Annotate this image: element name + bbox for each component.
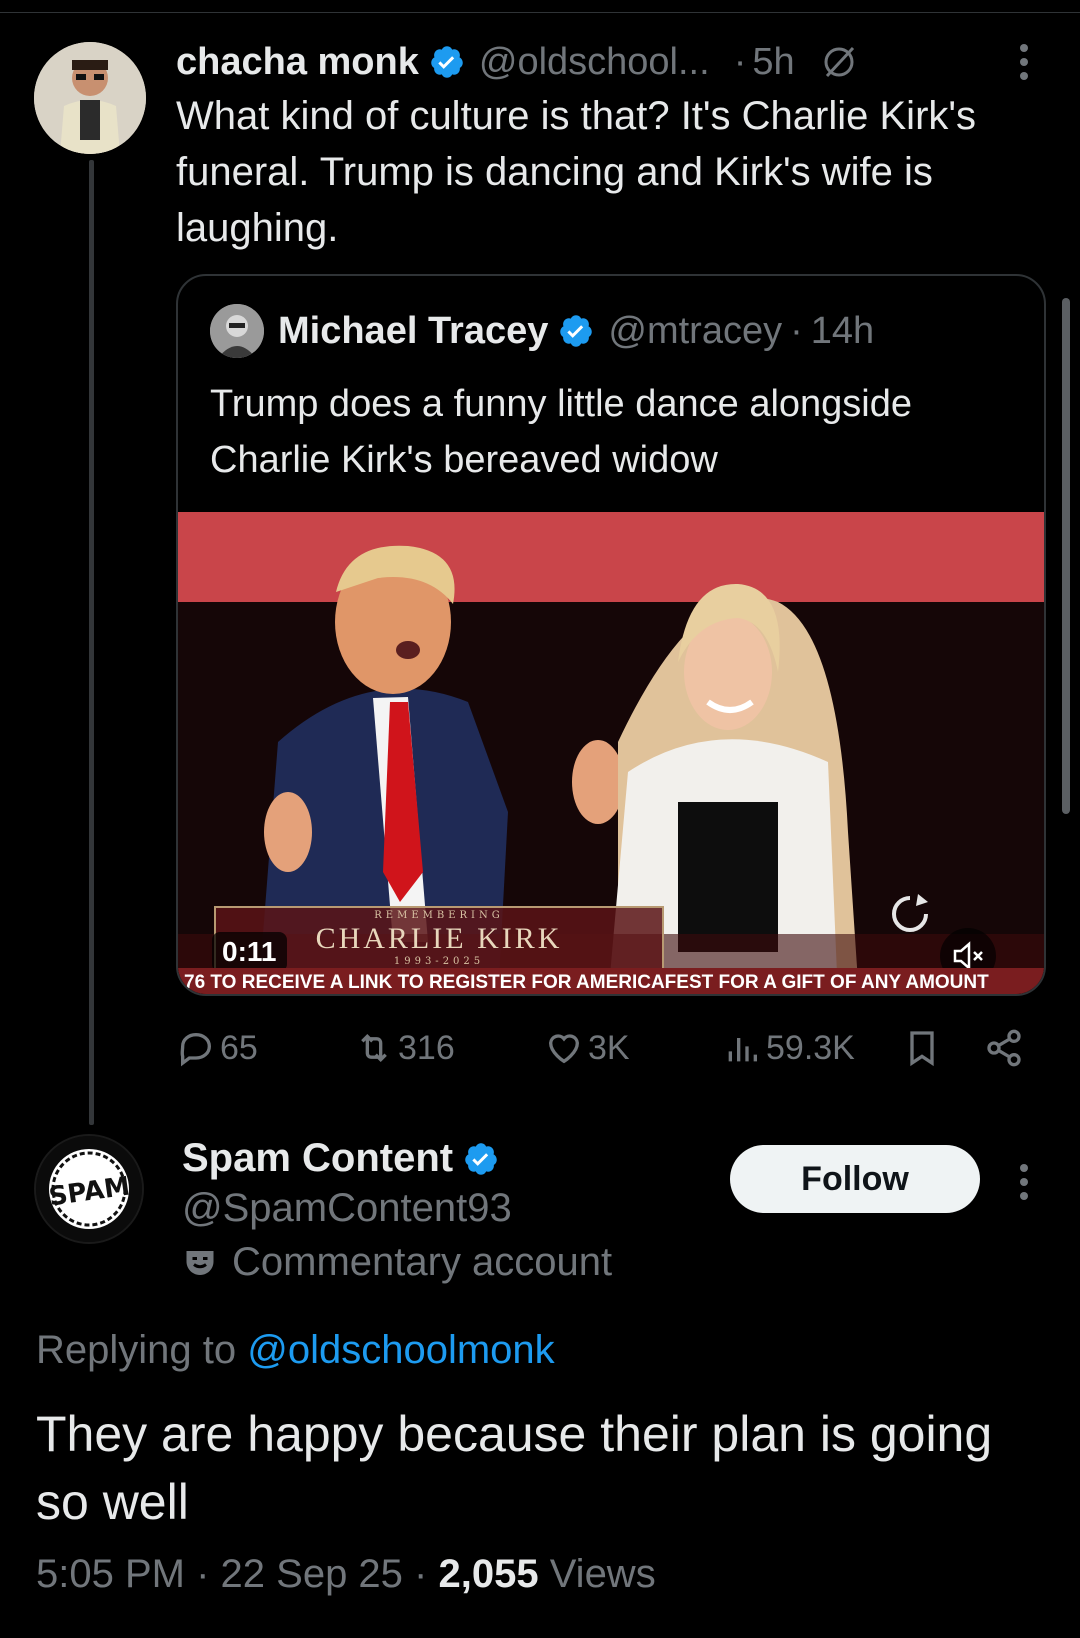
replying-to-mention[interactable]: @oldschoolmonk — [247, 1328, 554, 1372]
video-duration: 0:11 — [212, 932, 287, 972]
quoted-tweet-time: 14h — [810, 309, 875, 352]
reply-views-count[interactable]: 2,055 — [438, 1552, 538, 1596]
quoted-tweet-text: Trump does a funny little dance alongsid… — [210, 383, 913, 481]
thread-connector-line — [89, 160, 94, 1125]
like-button[interactable]: 3K — [544, 1028, 630, 1068]
reply-meta: 5:05 PM · 22 Sep 25 · 2,055 Views — [36, 1552, 656, 1597]
turning-point-logo — [888, 892, 932, 936]
replying-to-prefix: Replying to — [36, 1328, 237, 1372]
repost-count: 316 — [398, 1028, 455, 1067]
reply-button[interactable]: 65 — [176, 1028, 258, 1068]
reply-icon — [180, 1032, 212, 1067]
separator-dot: · — [414, 1552, 439, 1596]
reply-author-handle[interactable]: @SpamContent93 — [182, 1186, 512, 1231]
share-button[interactable] — [984, 1028, 1028, 1068]
theater-mask-icon — [186, 1250, 214, 1275]
reply-time[interactable]: 5:05 PM — [36, 1552, 185, 1596]
separator-dot: · — [733, 40, 747, 83]
verified-badge-icon — [560, 315, 593, 347]
views-icon — [728, 1038, 757, 1062]
bookmark-icon — [910, 1031, 934, 1067]
news-ticker: 76 TO RECEIVE A LINK TO REGISTER FOR AME… — [178, 968, 1044, 994]
quoted-author-avatar — [210, 304, 264, 358]
reply-date[interactable]: 22 Sep 25 — [221, 1552, 403, 1596]
commentary-label: Commentary account — [182, 1240, 612, 1285]
author-avatar[interactable] — [34, 42, 146, 154]
like-count: 3K — [588, 1028, 630, 1067]
quoted-author-handle: @mtracey — [608, 309, 783, 352]
replying-to-line: Replying to @oldschoolmonk — [36, 1328, 555, 1373]
separator-dot: · — [196, 1552, 221, 1596]
parent-tweet-header: chacha monk @oldschool... · 5h — [176, 36, 1056, 88]
verified-badge-icon — [431, 46, 463, 78]
quoted-author-name: Michael Tracey — [278, 309, 549, 352]
banner-top-text: REMEMBERING — [374, 910, 504, 921]
more-options-icon[interactable] — [1019, 42, 1029, 82]
quoted-tweet-header: Michael Tracey @mtracey · 14h — [210, 304, 875, 358]
quoted-tweet-card[interactable]: Michael Tracey @mtracey · 14h Trump does… — [176, 274, 1046, 996]
heart-icon — [548, 1034, 580, 1064]
commentary-label-text: Commentary account — [232, 1240, 613, 1284]
views-button[interactable]: 59.3K — [722, 1028, 855, 1068]
reply-count: 65 — [220, 1028, 258, 1067]
share-icon — [987, 1029, 1021, 1067]
tweet-time[interactable]: 5h — [752, 41, 794, 84]
more-options-icon[interactable] — [1019, 1162, 1029, 1202]
parent-tweet-text: What kind of culture is that? It's Charl… — [176, 94, 977, 250]
verified-badge-icon — [465, 1142, 497, 1175]
engagement-bar: 65 316 3K 59.3K — [176, 1020, 1056, 1080]
top-divider — [0, 12, 1080, 13]
follow-button[interactable]: Follow — [730, 1145, 980, 1213]
bookmark-button[interactable] — [902, 1028, 946, 1068]
repost-button[interactable]: 316 — [354, 1028, 455, 1068]
reply-author-name[interactable]: Spam Content — [182, 1136, 453, 1181]
author-handle[interactable]: @oldschool... — [479, 41, 710, 84]
views-count: 59.3K — [766, 1028, 855, 1067]
reply-author-avatar[interactable]: SPAM — [34, 1134, 144, 1244]
reply-views-label: Views — [549, 1552, 656, 1596]
scrollbar[interactable] — [1062, 298, 1070, 814]
reply-tweet-text: They are happy because their plan is goi… — [36, 1406, 993, 1530]
repost-icon — [361, 1033, 387, 1063]
reply-author-name-row: Spam Content — [182, 1136, 499, 1181]
grok-icon[interactable] — [819, 42, 859, 82]
separator-dot: · — [790, 309, 803, 352]
author-name[interactable]: chacha monk — [176, 41, 419, 84]
video-player[interactable]: REMEMBERING CHARLIE KIRK 1993-2025 0:11 … — [178, 512, 1044, 994]
